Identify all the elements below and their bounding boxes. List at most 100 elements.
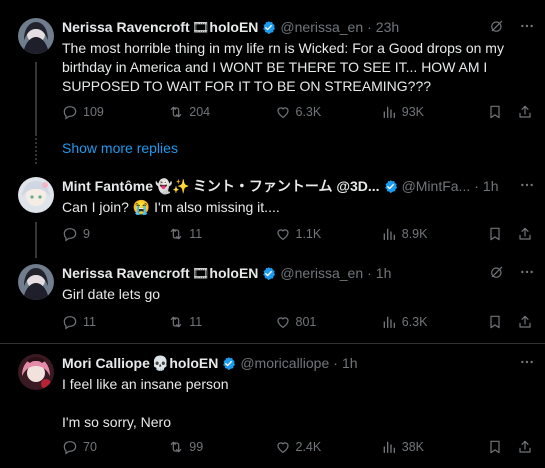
repost-icon <box>168 104 184 120</box>
avatar[interactable] <box>18 177 54 213</box>
bookmark-icon[interactable] <box>487 226 503 242</box>
view-count: 8.9K <box>401 227 428 241</box>
timestamp[interactable]: 1h <box>483 178 499 194</box>
views-icon <box>381 439 397 455</box>
like-button[interactable]: 801 <box>275 314 331 330</box>
display-name[interactable]: Nerissa Ravencroft <box>62 19 190 35</box>
avatar[interactable] <box>18 18 54 54</box>
bookmark-icon[interactable] <box>487 439 503 455</box>
like-count: 2.4K <box>295 440 322 454</box>
like-count: 801 <box>295 315 317 329</box>
post[interactable]: Mori Calliope 💀 holoEN @moricalliope · 1… <box>0 354 545 460</box>
grok-icon[interactable] <box>489 18 505 34</box>
more-icon[interactable] <box>519 354 535 370</box>
display-name[interactable]: Nerissa Ravencroft <box>62 265 190 281</box>
views-button[interactable]: 8.9K <box>381 226 437 242</box>
bookmark-icon[interactable] <box>487 104 503 120</box>
like-count: 1.1K <box>295 227 322 241</box>
views-icon <box>381 104 397 120</box>
repost-button[interactable]: 204 <box>168 104 224 120</box>
timestamp[interactable]: 1h <box>376 265 392 281</box>
post-text-line-2: I'm so sorry, Nero <box>62 414 171 430</box>
post-header-actions <box>519 354 535 370</box>
views-icon <box>381 226 397 242</box>
post-actions: 70 99 2.4K 38K <box>62 438 533 456</box>
like-button[interactable]: 1.1K <box>275 226 331 242</box>
post[interactable]: Nerissa Ravencroft 🎞 holoEN @nerissa_en … <box>0 18 545 138</box>
timestamp[interactable]: 1h <box>342 355 358 371</box>
repost-button[interactable]: 11 <box>168 314 224 330</box>
separator: · <box>367 265 372 281</box>
verified-icon[interactable] <box>261 266 276 281</box>
name-emoji: 🎞 <box>191 18 210 35</box>
views-button[interactable]: 6.3K <box>381 314 437 330</box>
repost-button[interactable]: 11 <box>168 226 224 242</box>
display-name[interactable]: Mori Calliope <box>62 355 150 371</box>
more-icon[interactable] <box>519 18 535 34</box>
separator: · <box>333 355 338 371</box>
reply-button[interactable]: 70 <box>62 439 118 455</box>
avatar[interactable] <box>18 264 54 300</box>
show-more-replies-link[interactable]: Show more replies <box>62 140 178 156</box>
post-text: Can I join? 😭 I'm also missing it.... <box>62 199 280 215</box>
share-icon[interactable] <box>517 314 533 330</box>
display-name-org[interactable]: holoEN <box>209 19 258 35</box>
post[interactable]: Mint Fantôme 👻✨ ミント・ファントーム @3D... @MintF… <box>0 177 545 247</box>
post-header-actions <box>489 18 535 34</box>
repost-icon <box>168 314 184 330</box>
more-icon[interactable] <box>519 264 535 280</box>
more-icon[interactable] <box>519 177 535 193</box>
repost-button[interactable]: 99 <box>168 439 224 455</box>
post[interactable]: Nerissa Ravencroft 🎞 holoEN @nerissa_en … <box>0 264 545 334</box>
view-count: 6.3K <box>401 315 428 329</box>
display-name-org[interactable]: holoEN <box>209 265 258 281</box>
reply-button[interactable]: 9 <box>62 226 118 242</box>
repost-count: 99 <box>189 440 204 454</box>
repost-count: 204 <box>189 105 211 119</box>
verified-icon[interactable] <box>221 356 236 371</box>
post-header: Nerissa Ravencroft 🎞 holoEN @nerissa_en … <box>62 264 391 282</box>
display-name-org[interactable]: ミント・ファントーム @3D... <box>193 176 380 196</box>
reply-count: 9 <box>83 227 90 241</box>
timestamp[interactable]: 23h <box>376 19 399 35</box>
like-icon <box>275 104 291 120</box>
post-header: Mori Calliope 💀 holoEN @moricalliope · 1… <box>62 354 358 372</box>
post-text: Girl date lets go <box>62 286 161 302</box>
handle[interactable]: @nerissa_en <box>280 265 363 281</box>
like-count: 6.3K <box>295 105 322 119</box>
verified-icon[interactable] <box>261 20 276 35</box>
name-emoji: 🎞 <box>191 264 210 281</box>
share-icon[interactable] <box>517 226 533 242</box>
repost-icon <box>168 226 184 242</box>
verified-icon[interactable] <box>383 179 398 194</box>
post-actions: 109 204 6.3K 93K <box>62 103 533 121</box>
avatar[interactable] <box>18 354 54 390</box>
repost-count: 11 <box>189 227 203 241</box>
post-header-actions <box>519 177 535 193</box>
display-name[interactable]: Mint Fantôme <box>62 178 153 194</box>
view-count: 38K <box>401 440 424 454</box>
reply-icon <box>62 104 78 120</box>
reply-button[interactable]: 11 <box>62 314 118 330</box>
share-icon[interactable] <box>517 104 533 120</box>
post-actions: 9 11 1.1K 8.9K <box>62 225 533 243</box>
like-button[interactable]: 6.3K <box>275 104 331 120</box>
reply-button[interactable]: 109 <box>62 104 118 120</box>
bookmark-icon[interactable] <box>487 314 503 330</box>
views-icon <box>381 314 397 330</box>
grok-icon[interactable] <box>489 264 505 280</box>
handle[interactable]: @moricalliope <box>240 355 329 371</box>
post-header: Nerissa Ravencroft 🎞 holoEN @nerissa_en … <box>62 18 399 36</box>
reply-icon <box>62 226 78 242</box>
share-icon[interactable] <box>517 439 533 455</box>
handle[interactable]: @MintFa... <box>402 178 471 194</box>
handle[interactable]: @nerissa_en <box>280 19 363 35</box>
views-button[interactable]: 38K <box>381 439 437 455</box>
display-name-org[interactable]: holoEN <box>169 355 218 371</box>
separator: · <box>367 19 372 35</box>
repost-icon <box>168 439 184 455</box>
like-button[interactable]: 2.4K <box>275 439 331 455</box>
views-button[interactable]: 93K <box>381 104 437 120</box>
name-emoji: 👻✨ <box>155 177 190 194</box>
post-text-line-1: I feel like an insane person <box>62 376 229 392</box>
